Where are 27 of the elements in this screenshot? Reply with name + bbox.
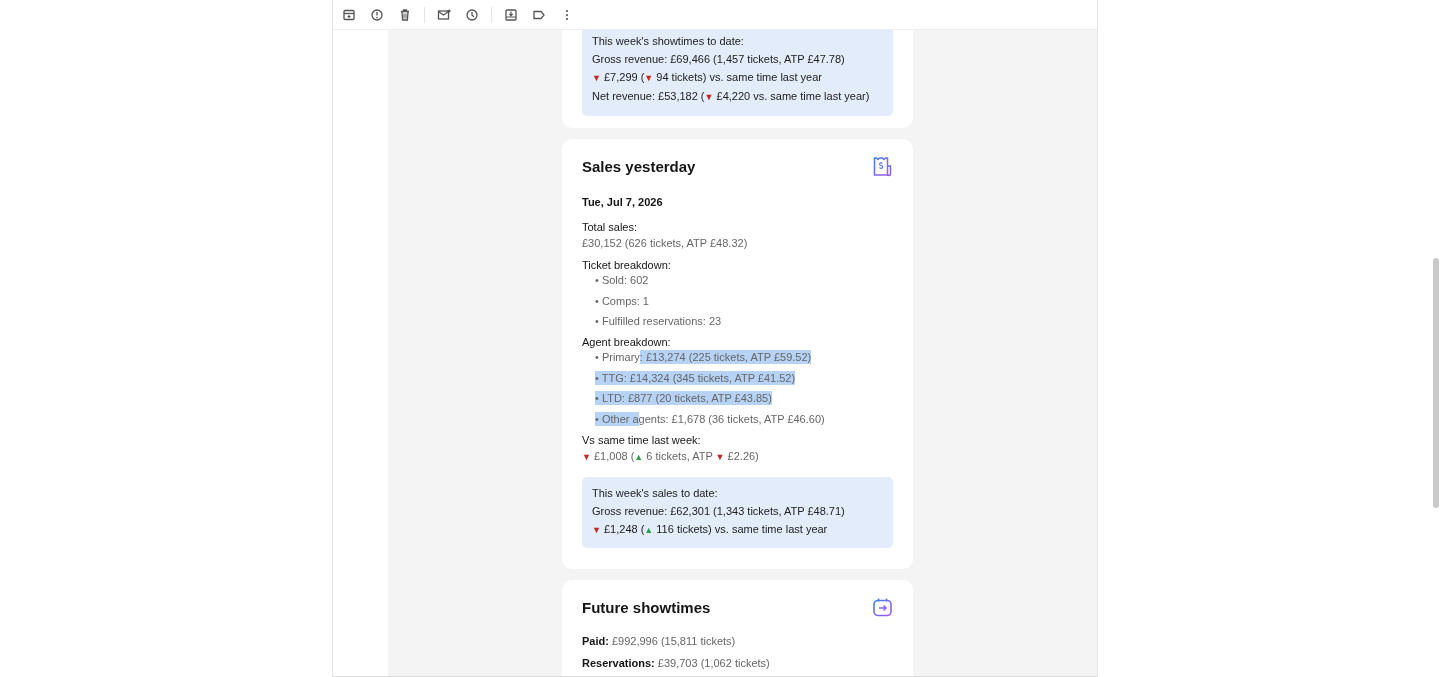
field-value: ▼ £1,008 (▲ 6 tickets, ATP ▼ £2.26) xyxy=(582,448,760,464)
field-label: Vs same time last week: xyxy=(582,432,702,448)
list-item: • TTG: £14,324 (345 tickets, ATP £41.52) xyxy=(594,370,797,385)
summary-title: This week's showtimes to date: xyxy=(592,34,745,49)
card-title: Future showtimes xyxy=(582,598,711,616)
list-item: • Other agents: £1,678 (36 tickets, ATP £46.60) xyxy=(594,411,826,426)
receipt-dollar-icon xyxy=(872,156,893,177)
list-item: • Comps: 1 xyxy=(594,293,650,308)
summary-line: Gross revenue: £69,466 (1,457 tickets, ATP £47.78) xyxy=(592,52,846,67)
field-value: Reservations: £39,703 (1,062 tickets) xyxy=(582,655,771,671)
field-label: Agent breakdown: xyxy=(582,335,672,350)
summary-line: Gross revenue: £62,301 (1,343 tickets, ATP £48.71) xyxy=(592,503,846,519)
list-item: • Sold: 602 xyxy=(594,273,650,287)
field-label: Total sales: xyxy=(582,220,639,235)
field-value: Paid: £992,996 (15,811 tickets) xyxy=(582,633,737,649)
summary-title: This week's sales to date: xyxy=(592,485,719,501)
summary-line: Net revenue: £53,182 (▼ £4,220 vs. same time last year) xyxy=(592,89,871,104)
list-item: • LTD: £877 (20 tickets, ATP £43.85) xyxy=(594,391,773,405)
field-value: £30,152 (626 tickets, ATP £48.32) xyxy=(582,236,749,251)
list-item: • Fulfilled reservations: 23 xyxy=(594,314,723,328)
report-date: Tue, Jul 7, 2026 xyxy=(582,195,664,209)
list-item: • Primary: £13,274 (225 tickets, ATP £59.52) xyxy=(594,350,813,364)
summary-line: ▼ £1,248 (▲ 116 tickets) vs. same time last year xyxy=(592,521,829,537)
summary-line: ▼ £7,299 (▼ 94 tickets) vs. same time last year xyxy=(592,70,823,85)
field-label: Ticket breakdown: xyxy=(582,258,672,273)
card-title: Sales yesterday xyxy=(582,158,696,175)
scrollbar-thumb[interactable] xyxy=(1433,258,1439,508)
